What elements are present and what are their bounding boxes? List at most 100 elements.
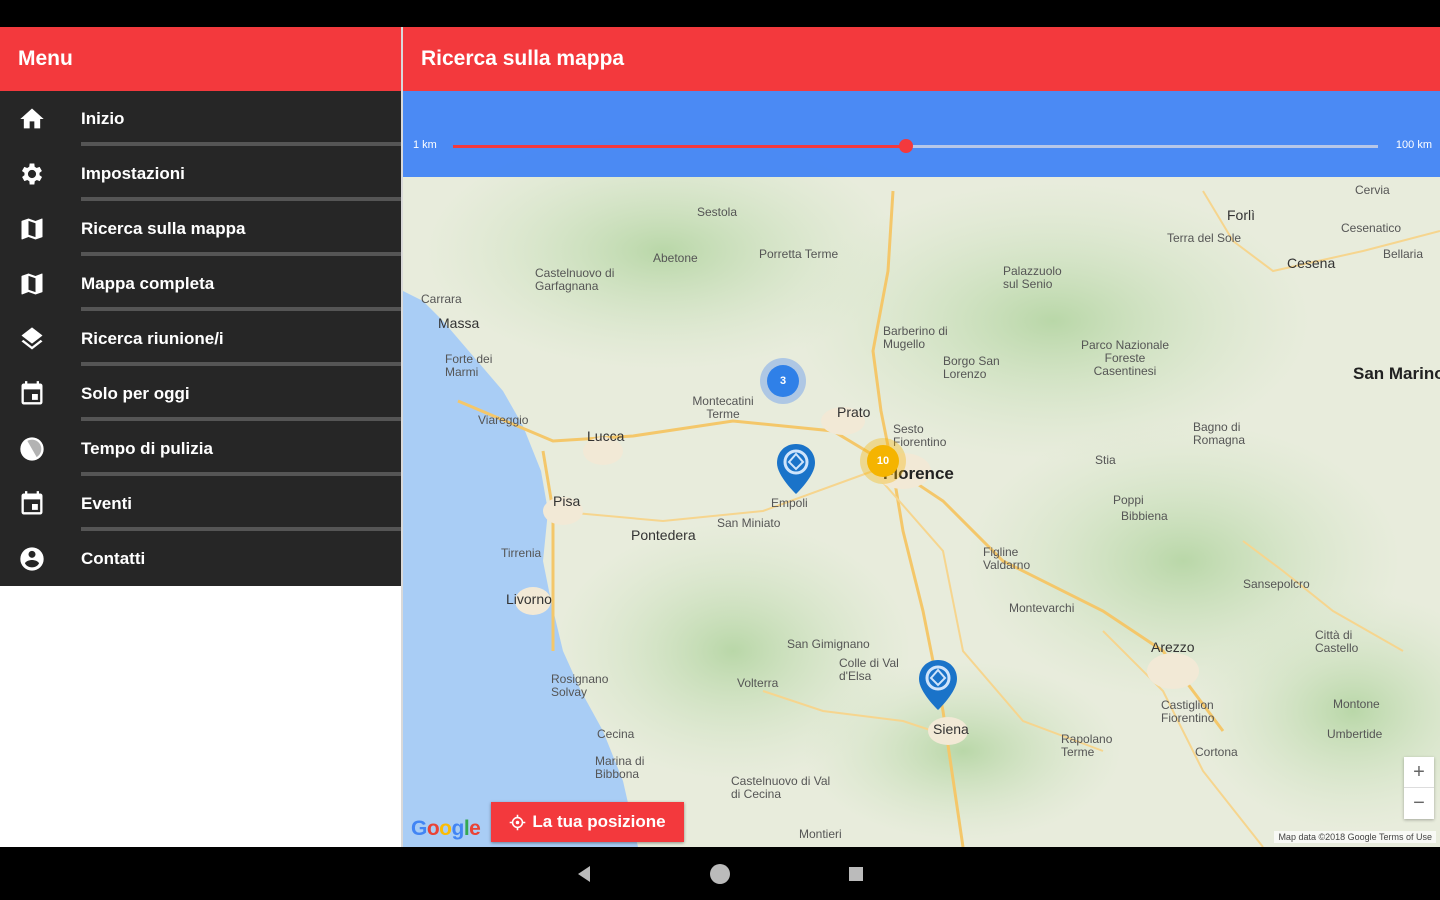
location-pin-icon[interactable] [775,443,817,495]
menu-item-ricerca-riunioni[interactable]: Ricerca riunione/i [0,311,401,366]
menu-item-label: Tempo di pulizia [81,438,213,458]
main-panel: Ricerca sulla mappa 1 km 100 km Sestola … [403,27,1440,847]
menu-item-eventi[interactable]: Eventi [0,476,401,531]
place-label: Sansepolcro [1243,577,1310,591]
menu-item-contatti[interactable]: Contatti [0,531,401,586]
map-icon [0,256,64,311]
place-label: Carrara [421,292,462,306]
place-label: Pontedera [631,527,696,543]
place-label: Poppi [1113,493,1144,507]
zoom-out-button[interactable]: − [1404,788,1434,819]
location-pin-icon[interactable] [917,659,959,711]
place-label: Sesto Fiorentino [893,422,947,449]
place-label: Barberino di Mugello [883,324,948,351]
zoom-controls: + − [1404,757,1434,819]
map-attribution[interactable]: Map data ©2018 Google Terms of Use [1274,831,1436,843]
menu-item-tempo-pulizia[interactable]: Tempo di pulizia [0,421,401,476]
google-logo: Google [411,817,481,840]
status-bar [0,0,1440,27]
place-label: Cervia [1355,183,1390,197]
home-circle-icon[interactable] [708,862,732,886]
my-location-button[interactable]: La tua posizione [491,802,684,842]
range-min-label: 1 km [413,139,437,151]
account-icon [0,531,64,586]
place-label: Pisa [553,493,581,509]
sidebar-title: Menu [0,27,401,91]
place-label: Abetone [653,251,698,265]
page-title: Ricerca sulla mappa [403,27,1440,91]
gear-icon [0,146,64,201]
distance-range-panel: 1 km 100 km [403,91,1440,177]
menu-item-label: Eventi [81,493,133,513]
place-label: Cortona [1195,745,1238,759]
place-label: Parco Nazionale Foreste Casentinesi [1080,338,1170,378]
menu-item-label: Inizio [81,108,125,128]
menu-item-impostazioni[interactable]: Impostazioni [0,146,401,201]
menu-item-solo-oggi[interactable]: Solo per oggi [0,366,401,421]
place-label: Montone [1333,697,1380,711]
place-label: Prato [837,404,871,420]
place-label: Terra del Sole [1167,231,1242,245]
range-max-label: 100 km [1395,139,1432,151]
place-label: Montecatini Terme [692,394,754,421]
recents-icon[interactable] [844,862,868,886]
distance-slider[interactable] [453,139,1378,153]
place-label: Rosignano Solvay [551,672,609,699]
place-label: Bibbiena [1121,509,1168,523]
cluster-marker[interactable]: 3 [767,365,799,397]
place-label: Volterra [737,676,779,690]
place-label: Umbertide [1327,727,1383,741]
calendar-icon [0,366,64,421]
place-label: Viareggio [478,413,529,427]
back-icon[interactable] [572,862,596,886]
map-icon [0,201,64,256]
place-label: Massa [438,315,480,331]
menu-item-label: Impostazioni [81,163,185,183]
place-label: Castelnuovo di Garfagnana [535,266,615,293]
place-label: Bellaria [1383,247,1424,261]
clock-icon [0,421,64,476]
menu-item-label: Mappa completa [81,273,215,293]
place-label: Palazzuolo sul Senio [1003,264,1062,291]
map[interactable]: 1 km 100 km Sestola Abetone Porretta Ter… [403,91,1440,847]
place-label: San Gimignano [787,637,870,651]
calendar-icon [0,476,64,531]
menu-item-label: Contatti [81,548,146,568]
sidebar: Menu Inizio Impostazioni Ricerca sulla m… [0,27,403,847]
place-label: Città di Castello [1315,628,1359,655]
layers-icon [0,311,64,366]
place-label: Stia [1095,453,1116,467]
menu-item-inizio[interactable]: Inizio [0,91,401,146]
place-label: Porretta Terme [759,247,839,261]
menu-item-label: Ricerca riunione/i [81,328,224,348]
zoom-in-button[interactable]: + [1404,757,1434,788]
place-label: Arezzo [1151,639,1195,655]
place-label: Bagno di Romagna [1193,420,1246,447]
android-nav-bar [0,847,1440,900]
place-label: Borgo San Lorenzo [943,354,1000,381]
menu-list: Inizio Impostazioni Ricerca sulla mappa … [0,91,401,586]
place-label: San Miniato [717,516,781,530]
slider-fill [453,145,907,148]
place-label: Forte dei Marmi [445,352,493,379]
menu-item-mappa-completa[interactable]: Mappa completa [0,256,401,311]
place-label: Marina di Bibbona [595,754,645,781]
place-label: Empoli [771,496,808,510]
place-label: Cesenatico [1341,221,1402,235]
place-label: Forlì [1227,207,1255,223]
place-label: Castiglion Fiorentino [1161,698,1215,725]
home-icon [0,91,64,146]
menu-item-ricerca-mappa[interactable]: Ricerca sulla mappa [0,201,401,256]
place-label: San Marino [1353,364,1440,383]
place-label: Lucca [587,428,625,444]
cluster-marker[interactable]: 10 [867,445,899,477]
place-label: Castelnuovo di Val di Cecina [731,774,831,801]
place-label: Rapolano Terme [1061,732,1113,759]
crosshair-icon [510,814,526,830]
app: Menu Inizio Impostazioni Ricerca sulla m… [0,27,1440,847]
menu-item-label: Solo per oggi [81,383,190,403]
my-location-label: La tua posizione [532,812,666,831]
slider-thumb[interactable] [899,139,914,153]
place-label: Livorno [506,591,552,607]
place-label: Montevarchi [1009,601,1075,615]
